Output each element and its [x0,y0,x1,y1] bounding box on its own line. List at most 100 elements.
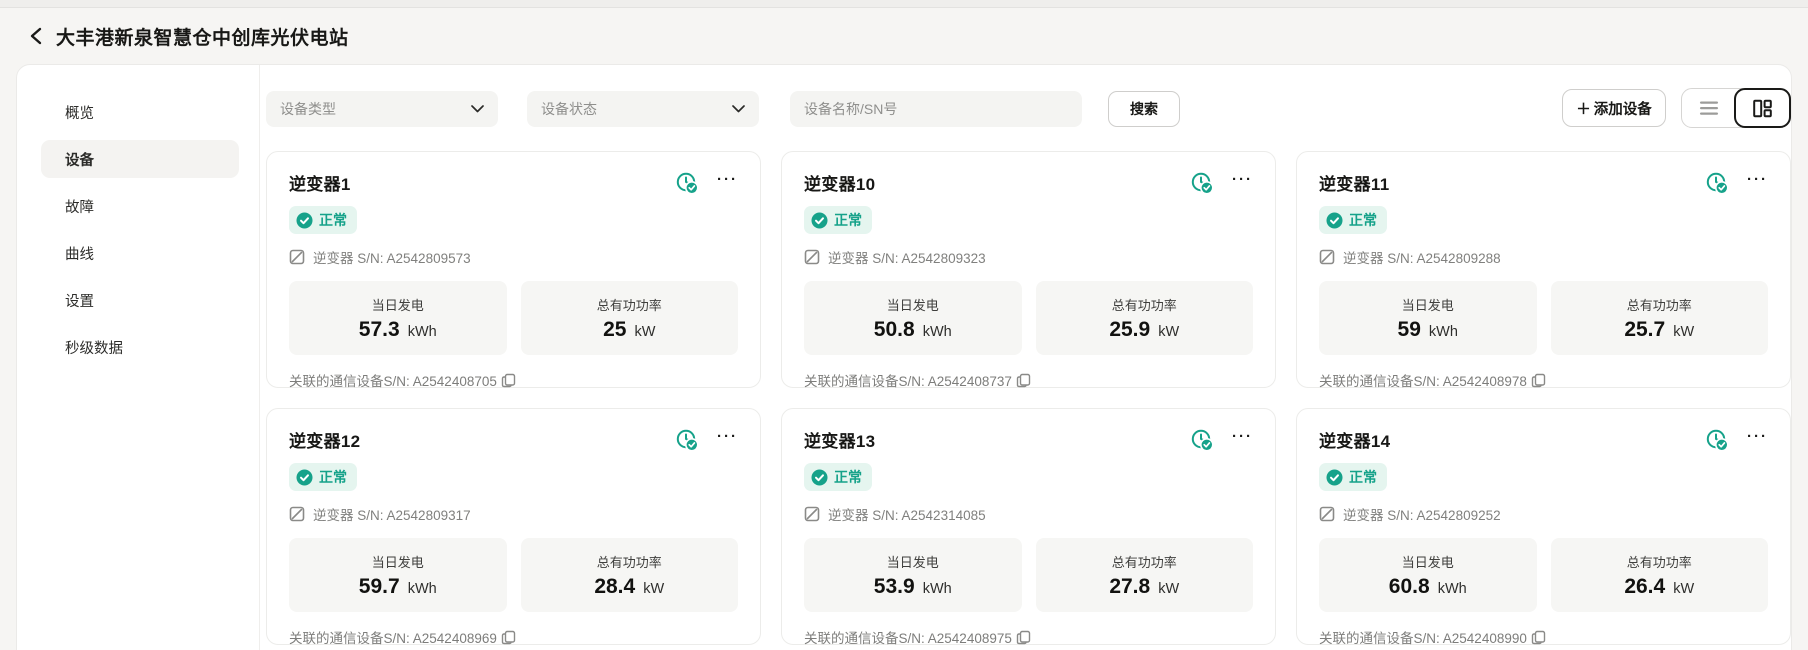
sidebar-item-曲线[interactable]: 曲线 [41,234,239,272]
sidebar: 概览 设备 故障 曲线 设置 秒级数据 [41,93,239,375]
device-name: 逆变器1 [289,170,351,195]
active-power-unit: kW [1154,324,1179,340]
sidebar-item-设备[interactable]: 设备 [41,140,239,178]
inverter-sn-row: 逆变器 S/N: A2542314085 [804,504,1253,524]
inverter-icon [804,249,820,265]
clock-status-icon [1705,171,1729,195]
more-menu-button[interactable]: ··· [1232,429,1253,450]
energy-today-stat: 当日发电 53.9 kWh [804,538,1022,612]
status-badge: 正常 [804,206,872,234]
card-view-button[interactable] [1734,88,1791,128]
inverter-icon [289,249,305,265]
chevron-left-icon [28,27,44,45]
sidebar-item-秒级数据[interactable]: 秒级数据 [41,328,239,366]
active-power-value: 27.8 [1109,575,1150,598]
active-power-stat: 总有功功率 25.7 kW [1551,281,1769,355]
energy-today-stat: 当日发电 59 kWh [1319,281,1537,355]
add-device-button[interactable]: ＋ 添加设备 [1562,89,1666,127]
device-card: 逆变器10 ··· [781,151,1276,388]
inverter-sn: A2542809288 [1417,251,1501,266]
inverter-sn: A2542809317 [387,508,471,523]
device-type-select[interactable]: 设备类型 [266,91,498,127]
more-menu-button[interactable]: ··· [1747,172,1768,193]
main-panel: 概览 设备 故障 曲线 设置 秒级数据 设备类型 设备状态 [16,64,1792,650]
status-badge: 正常 [1319,206,1387,234]
name-sn-search-input[interactable] [804,101,1068,117]
inverter-sn-row: 逆变器 S/N: A2542809317 [289,504,738,524]
active-power-value: 25.7 [1624,318,1665,341]
energy-today-value: 53.9 [874,575,915,598]
inverter-sn-row: 逆变器 S/N: A2542809323 [804,247,1253,267]
sidebar-item-label: 故障 [65,196,94,217]
more-menu-button[interactable]: ··· [717,172,738,193]
status-text: 正常 [319,210,347,230]
sidebar-divider [259,65,260,650]
active-power-label: 总有功功率 [1112,552,1177,571]
check-circle-icon [811,212,828,229]
active-power-stat: 总有功功率 26.4 kW [1551,538,1769,612]
device-card: 逆变器13 ··· [781,408,1276,645]
energy-today-stat: 当日发电 59.7 kWh [289,538,507,612]
sidebar-item-label: 曲线 [65,243,94,264]
energy-today-label: 当日发电 [887,295,939,314]
active-power-value: 25.9 [1109,318,1150,341]
status-text: 正常 [834,467,862,487]
copy-icon[interactable] [1016,630,1031,645]
sidebar-item-设置[interactable]: 设置 [41,281,239,319]
sidebar-item-故障[interactable]: 故障 [41,187,239,225]
energy-today-value: 57.3 [359,318,400,341]
list-view-button[interactable] [1682,89,1735,127]
copy-icon[interactable] [501,373,516,388]
energy-today-label: 当日发电 [372,552,424,571]
status-text: 正常 [1349,210,1377,230]
inverter-icon [1319,249,1335,265]
active-power-unit: kW [1669,581,1694,597]
clock-status-icon [675,171,699,195]
more-menu-button[interactable]: ··· [1747,429,1768,450]
active-power-value: 25 [603,318,626,341]
comm-device-row: 关联的通信设备S/N: A2542408737 [804,370,1253,390]
inverter-sn: A2542809323 [902,251,986,266]
comm-device-row: 关联的通信设备S/N: A2542408978 [1319,370,1768,390]
copy-icon[interactable] [1531,373,1546,388]
check-circle-icon [296,212,313,229]
energy-today-label: 当日发电 [1402,552,1454,571]
device-status-select[interactable]: 设备状态 [527,91,759,127]
sidebar-item-label: 设备 [65,149,94,170]
active-power-label: 总有功功率 [597,552,662,571]
check-circle-icon [296,469,313,486]
active-power-label: 总有功功率 [1112,295,1177,314]
comm-device-sn: A2542408737 [928,374,1012,389]
active-power-unit: kW [630,324,655,340]
sidebar-item-label: 概览 [65,102,94,123]
comm-device-sn: A2542408990 [1443,631,1527,646]
device-card: 逆变器1 ··· [266,151,761,388]
copy-icon[interactable] [1531,630,1546,645]
inverter-icon [804,506,820,522]
device-name: 逆变器12 [289,427,360,452]
active-power-stat: 总有功功率 25.9 kW [1036,281,1254,355]
device-card: 逆变器12 ··· [266,408,761,645]
back-button[interactable] [22,22,50,50]
name-sn-search-field [790,91,1082,127]
plus-icon: ＋ [1576,98,1591,119]
energy-today-label: 当日发电 [372,295,424,314]
check-circle-icon [1326,212,1343,229]
device-name: 逆变器13 [804,427,875,452]
active-power-value: 26.4 [1624,575,1665,598]
energy-today-unit: kWh [919,324,952,340]
copy-icon[interactable] [1016,373,1031,388]
energy-today-stat: 当日发电 60.8 kWh [1319,538,1537,612]
check-circle-icon [1326,469,1343,486]
copy-icon[interactable] [501,630,516,645]
device-name: 逆变器14 [1319,427,1390,452]
status-badge: 正常 [289,206,357,234]
more-menu-button[interactable]: ··· [717,429,738,450]
inverter-sn-row: 逆变器 S/N: A2542809573 [289,247,738,267]
clock-status-icon [1705,428,1729,452]
search-button[interactable]: 搜索 [1108,91,1180,127]
sidebar-item-概览[interactable]: 概览 [41,93,239,131]
more-menu-button[interactable]: ··· [1232,172,1253,193]
energy-today-stat: 当日发电 50.8 kWh [804,281,1022,355]
comm-device-sn: A2542408975 [928,631,1012,646]
